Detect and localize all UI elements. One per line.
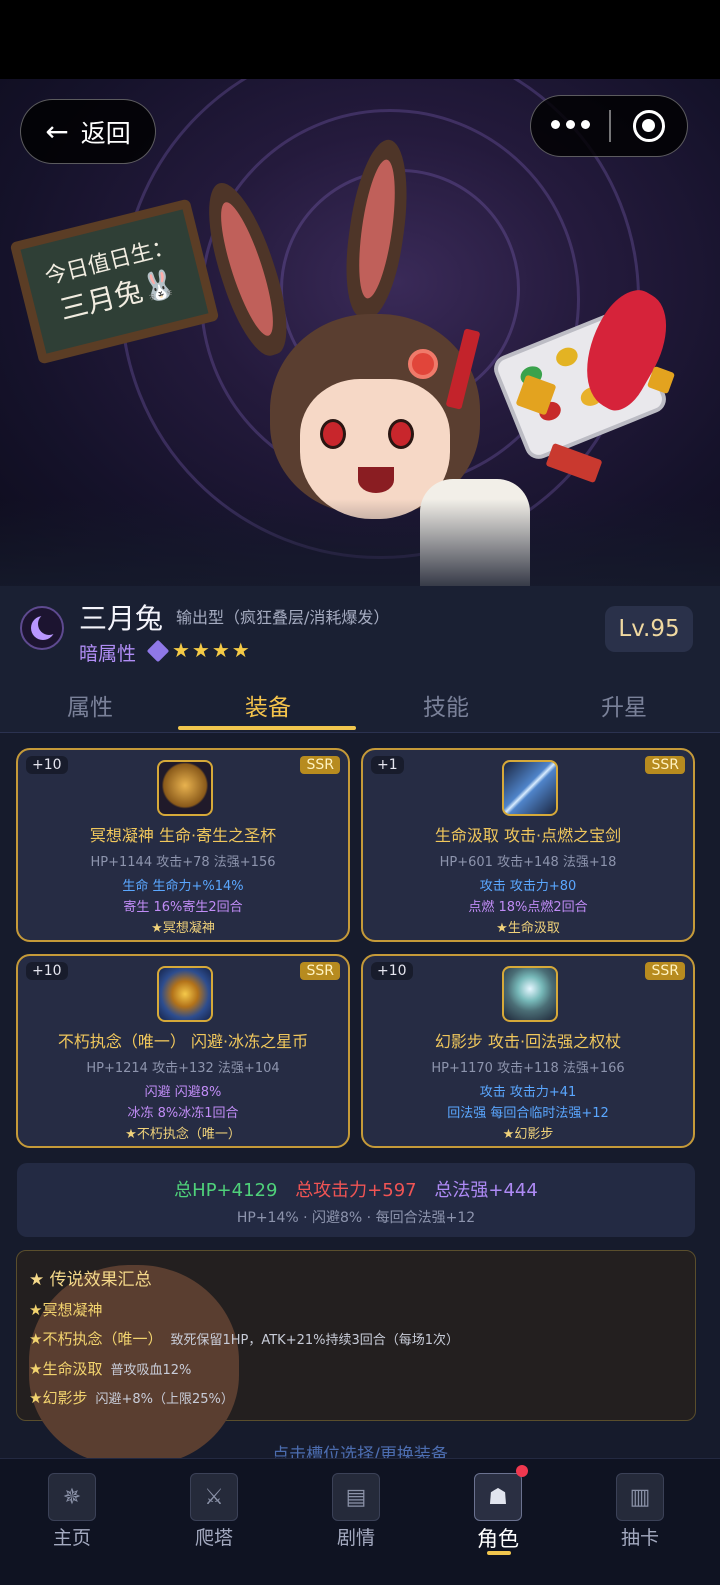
tab-star-up[interactable]: 升星 [534,676,714,733]
back-label: 返回 [80,118,131,148]
tabbar-home[interactable]: ✵ 主页 [0,1459,144,1585]
coin-icon [157,966,213,1022]
equipment-legend: ★冥想凝神 [151,921,215,936]
tabbar-label: 角色 [477,1527,519,1551]
equipment-stats: HP+601 攻击+148 法强+18 [439,855,617,870]
equipment-effect-2: 寄生 16%寄生2回合 [123,900,243,915]
equipment-stats: HP+1144 攻击+78 法强+156 [90,855,276,870]
level-badge: Lv.95 [605,606,693,652]
equipment-effect-2: 点燃 18%点燃2回合 [468,900,588,915]
hooded-figure-icon: ☗ [474,1473,522,1521]
equipment-title: 不朽执念（唯一） 闪避·冰冻之星币 [57,1032,309,1051]
legendary-effects-panel: ★ 传说效果汇总 ★冥想凝神 ★不朽执念（唯一） 致死保留1HP，ATK+21%持… [16,1250,696,1465]
more-icon[interactable] [551,114,591,134]
active-tab-indicator [178,726,356,730]
tab-skills[interactable]: 技能 [356,676,536,733]
active-tabbar-indicator [487,1551,511,1555]
legend-row: ★生命汲取 普攻吸血12% [29,1358,191,1379]
home-indicator-area [0,1574,720,1585]
total-hp: 总HP+4129 [174,1180,278,1201]
character-mouth [358,467,394,493]
miniprogram-capsule [530,95,688,157]
tabbar-label: 抽卡 [620,1527,659,1549]
equipment-title: 冥想凝神 生命·寄生之圣杯 [89,826,277,845]
back-button[interactable]: ← 返回 [20,99,156,164]
total-magic: 总法强+444 [434,1180,538,1201]
enhance-level: +10 [371,962,413,980]
character-role: 输出型（疯狂叠层/消耗爆发） [176,608,390,627]
equipment-slot-2[interactable]: +1 SSR 生命汲取 攻击·点燃之宝剑 HP+601 攻击+148 法强+18… [361,748,695,942]
equipment-slot-3[interactable]: +10 SSR 不朽执念（唯一） 闪避·冰冻之星币 HP+1214 攻击+132… [16,954,350,1148]
bottom-tab-bar: ✵ 主页 ⚔ 爬塔 ▤ 剧情 ☗ 角色 ▥ 抽卡 [0,1458,720,1585]
equipment-effect-1: 攻击 攻击力+80 [479,879,577,894]
character-name: 三月兔 [79,602,164,635]
banner-fade [0,499,720,586]
rarity-badge: SSR [300,962,340,980]
equipment-effect-1: 生命 生命力+%14% [122,879,244,894]
legend-desc: 闪避+8%（上限25%） [95,1392,234,1407]
rabbit-ear [337,136,417,322]
character-attribute: 暗属性 [79,643,137,665]
rarity-badge: SSR [645,756,685,774]
close-target-icon[interactable] [633,110,665,142]
card-icon: ▥ [616,1473,664,1521]
rarity-badge: SSR [300,756,340,774]
capsule-divider [609,110,611,142]
tabbar-label: 主页 [52,1527,91,1549]
legend-row: ★冥想凝神 [29,1299,102,1320]
equipment-effect-1: 攻击 攻击力+41 [479,1085,577,1100]
sword-icon [502,760,558,816]
star-rating: ★★★★ [172,638,252,662]
equipment-stats: HP+1170 攻击+118 法强+166 [431,1061,625,1076]
equipment-legend: ★幻影步 [502,1127,554,1142]
notification-dot [516,1465,528,1477]
rarity-badge: SSR [645,962,685,980]
totals-line: 总HP+4129 总攻击力+597 总法强+444 [17,1176,695,1202]
tabbar-story[interactable]: ▤ 剧情 [284,1459,428,1585]
equipment-totals: 总HP+4129 总攻击力+597 总法强+444 HP+14% · 闪避8% … [17,1163,695,1237]
compass-icon: ✵ [48,1473,96,1521]
equipment-legend: ★不朽执念（唯一） [125,1127,241,1142]
equipment-effect-2: 冰冻 8%冰冻1回合 [127,1106,239,1121]
chalice-icon [157,760,213,816]
equipment-legend: ★生命汲取 [496,921,560,936]
equipment-title: 幻影步 攻击·回法强之权杖 [434,1032,622,1051]
back-arrow-icon: ← [45,115,69,148]
tabbar-character[interactable]: ☗ 角色 [426,1459,570,1585]
legend-row: ★幻影步 闪避+8%（上限25%） [29,1387,234,1408]
legend-name: ★生命汲取 [29,1360,103,1378]
equipment-stats: HP+1214 攻击+132 法强+104 [86,1061,280,1076]
character-eye [388,419,414,449]
tabbar-gacha[interactable]: ▥ 抽卡 [568,1459,712,1585]
tab-attributes[interactable]: 属性 [0,676,180,733]
shield-swords-icon: ⚔ [190,1473,238,1521]
tabbar-tower[interactable]: ⚔ 爬塔 [142,1459,286,1585]
legend-name: ★幻影步 [29,1389,88,1407]
tab-equipment[interactable]: 装备 [178,676,358,733]
totals-extra: HP+14% · 闪避8% · 每回合法强+12 [236,1210,476,1226]
moon-icon [20,606,64,650]
legend-name: ★不朽执念（唯一） [29,1330,163,1348]
equipment-slot-1[interactable]: +10 SSR 冥想凝神 生命·寄生之圣杯 HP+1144 攻击+78 法强+1… [16,748,350,942]
tabbar-label: 爬塔 [194,1527,233,1549]
hair-flower [408,349,438,379]
equipment-effect-2: 回法强 每回合临时法强+12 [447,1106,609,1121]
status-bar-area [0,0,720,79]
enhance-level: +10 [26,756,68,774]
legend-name: ★冥想凝神 [29,1301,103,1319]
book-icon: ▤ [332,1473,380,1521]
tabbar-label: 剧情 [336,1527,375,1549]
legend-desc: 致死保留1HP，ATK+21%持续3回合（每场1次） [170,1333,460,1348]
equipment-effect-1: 闪避 闪避8% [144,1085,222,1100]
equipment-slot-4[interactable]: +10 SSR 幻影步 攻击·回法强之权杖 HP+1170 攻击+118 法强+… [361,954,695,1148]
character-eye [320,419,346,449]
tab-bar: 属性 装备 技能 升星 [0,676,720,733]
legend-desc: 普攻吸血12% [110,1363,192,1378]
staff-icon [502,966,558,1022]
enhance-level: +1 [371,756,404,774]
equipment-title: 生命汲取 攻击·点燃之宝剑 [434,826,622,845]
legend-row: ★不朽执念（唯一） 致死保留1HP，ATK+21%持续3回合（每场1次） [29,1328,459,1349]
total-attack: 总攻击力+597 [295,1180,417,1201]
enhance-level: +10 [26,962,68,980]
